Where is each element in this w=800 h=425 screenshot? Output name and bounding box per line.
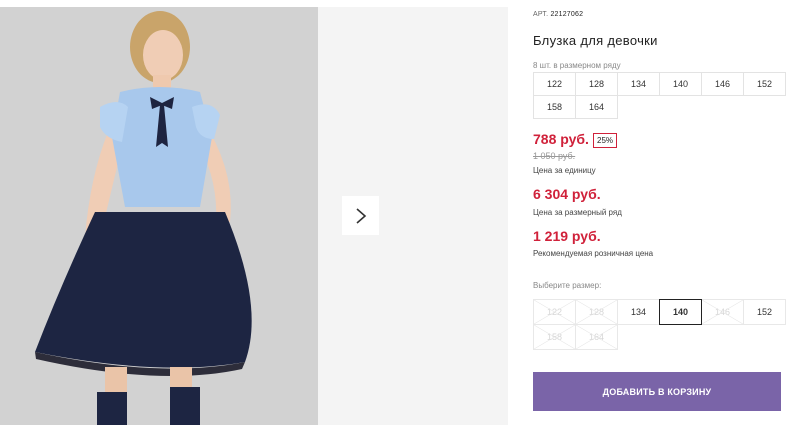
gallery-next-button[interactable] bbox=[342, 196, 379, 235]
row-price: 6 304 руб. bbox=[533, 186, 601, 202]
unit-price-caption: Цена за единицу bbox=[533, 166, 596, 175]
article-value: 22127062 bbox=[550, 11, 584, 18]
size-row-cell: 158 bbox=[533, 95, 576, 119]
size-row-label: 8 шт. в размерном ряду bbox=[533, 61, 621, 70]
row-price-caption: Цена за размерный ряд bbox=[533, 208, 622, 217]
unit-price: 788 руб. bbox=[533, 131, 589, 147]
size-option-158: 158 bbox=[533, 324, 576, 350]
size-row-cell: 152 bbox=[743, 72, 786, 96]
article-label: АРТ. bbox=[533, 11, 549, 18]
size-row-cell: 134 bbox=[617, 72, 660, 96]
size-option-164: 164 bbox=[575, 324, 618, 350]
old-price: 1 050 руб. bbox=[533, 151, 576, 161]
size-option-140[interactable]: 140 bbox=[659, 299, 702, 325]
add-to-cart-button[interactable]: ДОБАВИТЬ В КОРЗИНУ bbox=[533, 372, 781, 411]
size-row-cell: 140 bbox=[659, 72, 702, 96]
chevron-right-icon bbox=[355, 207, 366, 224]
size-option-122: 122 bbox=[533, 299, 576, 325]
product-photo[interactable] bbox=[0, 7, 318, 425]
size-row-cell: 146 bbox=[701, 72, 744, 96]
size-option-152[interactable]: 152 bbox=[743, 299, 786, 325]
girl-photo-illustration bbox=[0, 7, 318, 425]
size-option-128: 128 bbox=[575, 299, 618, 325]
size-row-cell: 122 bbox=[533, 72, 576, 96]
size-row-cell: 128 bbox=[575, 72, 618, 96]
product-gallery bbox=[0, 0, 508, 425]
product-title: Блузка для девочки bbox=[533, 33, 658, 48]
recommended-price: 1 219 руб. bbox=[533, 228, 601, 244]
size-select-grid: 122 128 134 140 146 152 158 164 bbox=[533, 299, 786, 350]
discount-badge: 25% bbox=[593, 133, 618, 148]
article-number: АРТ. 22127062 bbox=[533, 11, 583, 18]
size-option-134[interactable]: 134 bbox=[617, 299, 660, 325]
size-row-cell: 164 bbox=[575, 95, 618, 119]
size-row-grid: 122 128 134 140 146 152 158 164 bbox=[533, 72, 786, 119]
size-select-label: Выберите размер: bbox=[533, 281, 602, 290]
size-option-146: 146 bbox=[701, 299, 744, 325]
recommended-price-caption: Рекомендуемая розничная цена bbox=[533, 249, 654, 258]
